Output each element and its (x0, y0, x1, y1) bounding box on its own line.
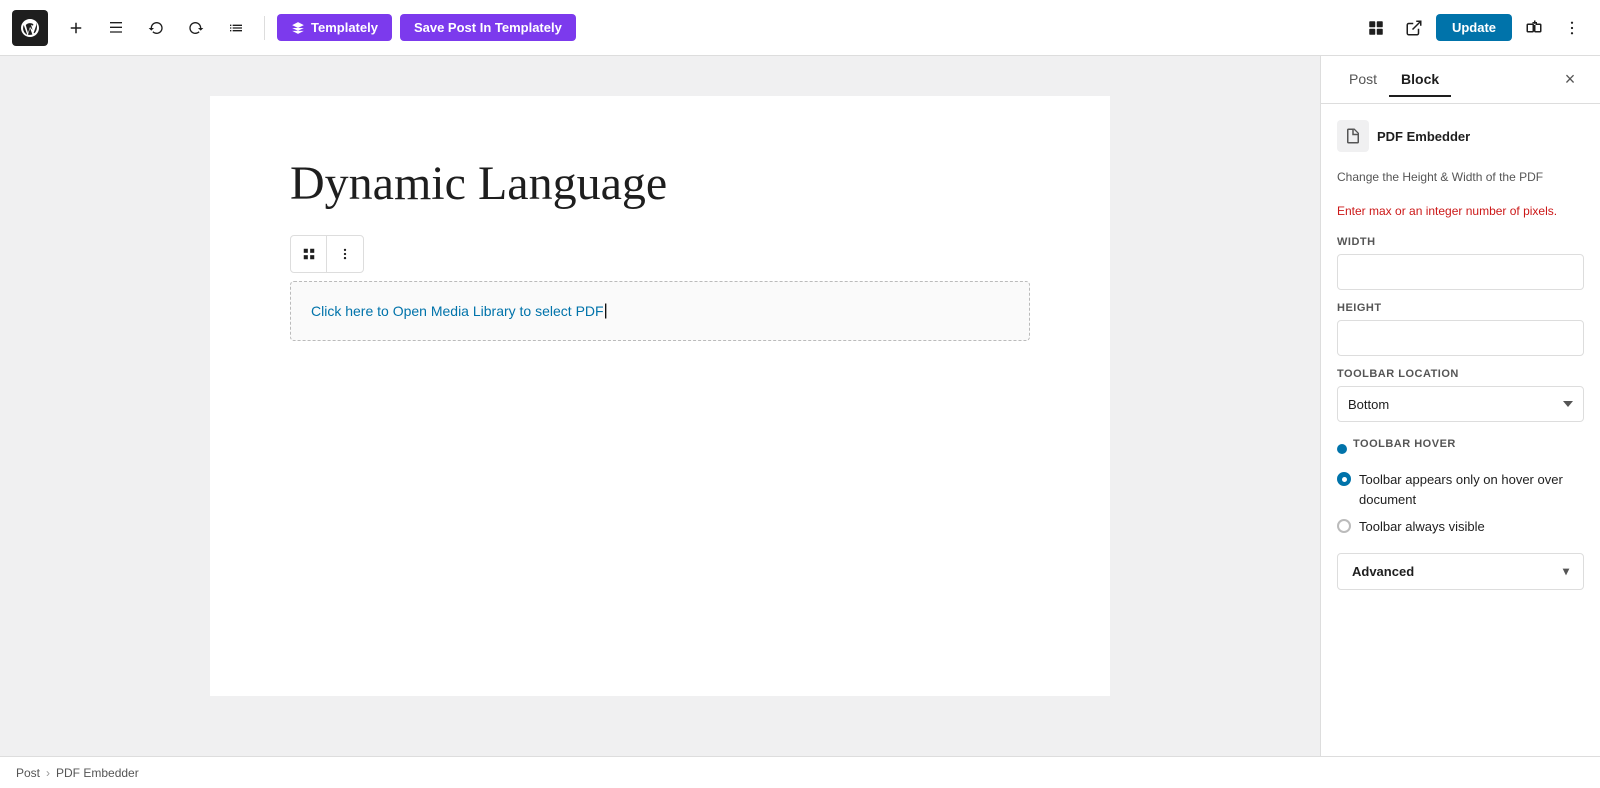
breadcrumb-post[interactable]: Post (16, 766, 40, 780)
pdf-embedder-icon (1337, 120, 1369, 152)
breadcrumb-separator: › (46, 766, 50, 780)
toolbar-hover-dot (1337, 444, 1347, 454)
right-sidebar: Post Block × PDF Embedder Change the Hei… (1320, 56, 1600, 756)
toolbar-right: Update (1360, 12, 1588, 44)
toolbar-location-select[interactable]: Bottom Top None (1337, 386, 1584, 422)
wordpress-logo (12, 10, 48, 46)
radio-hover-inner (1342, 477, 1347, 482)
radio-always-empty (1337, 519, 1351, 533)
block-toolbar (290, 235, 364, 273)
advanced-header[interactable]: Advanced ▾ (1338, 554, 1583, 589)
redo-button[interactable] (180, 12, 212, 44)
block-type-button[interactable] (291, 236, 327, 272)
advanced-label: Advanced (1352, 564, 1414, 579)
toolbar-location-label: TOOLBAR LOCATION (1337, 368, 1584, 380)
editor-area: Dynamic Language Click here to Open Medi… (0, 56, 1320, 756)
sidebar-content: PDF Embedder Change the Height & Width o… (1321, 104, 1600, 756)
list-view-button[interactable] (220, 12, 252, 44)
preview-button[interactable] (1398, 12, 1430, 44)
block-description: Change the Height & Width of the PDF (1337, 168, 1584, 186)
view-mode-button[interactable] (1360, 12, 1392, 44)
height-label: HEIGHT (1337, 302, 1584, 314)
radio-row-hover: Toolbar appears only on hover over docum… (1337, 470, 1584, 509)
toolbar-hover-section: TOOLBAR HOVER Toolbar appears only on ho… (1337, 438, 1584, 537)
more-options-button[interactable] (1556, 12, 1588, 44)
top-toolbar: Templately Save Post In Templately Updat… (0, 0, 1600, 56)
radio-row-always: Toolbar always visible (1337, 517, 1584, 537)
sidebar-header: Post Block × (1321, 56, 1600, 104)
main-area: Dynamic Language Click here to Open Medi… (0, 56, 1600, 756)
block-options-button[interactable] (327, 236, 363, 272)
radio-hover-label[interactable]: Toolbar appears only on hover over docum… (1359, 470, 1584, 509)
settings-sidebar-button[interactable] (1518, 12, 1550, 44)
post-title[interactable]: Dynamic Language (290, 156, 1030, 211)
toolbar-hover-label: TOOLBAR HOVER (1353, 438, 1456, 450)
radio-hover-selected (1337, 472, 1351, 486)
undo-button[interactable] (140, 12, 172, 44)
width-label: WIDTH (1337, 236, 1584, 248)
cursor: | (604, 302, 608, 320)
save-templately-button[interactable]: Save Post In Templately (400, 14, 576, 41)
advanced-section: Advanced ▾ (1337, 553, 1584, 590)
width-input[interactable] (1337, 254, 1584, 290)
toolbar-sep-1 (264, 16, 265, 40)
block-name-row: PDF Embedder (1337, 120, 1584, 152)
status-bar: Post › PDF Embedder (0, 756, 1600, 788)
close-sidebar-button[interactable]: × (1556, 66, 1584, 94)
tab-post[interactable]: Post (1337, 63, 1389, 97)
pdf-block[interactable]: Click here to Open Media Library to sele… (290, 281, 1030, 341)
chevron-down-icon: ▾ (1563, 564, 1569, 578)
update-button[interactable]: Update (1436, 14, 1512, 41)
block-hint: Enter max or an integer number of pixels… (1337, 202, 1584, 220)
breadcrumb-current: PDF Embedder (56, 766, 139, 780)
editor-canvas: Dynamic Language Click here to Open Medi… (210, 96, 1110, 696)
radio-always-label[interactable]: Toolbar always visible (1359, 517, 1485, 537)
tools-button[interactable] (100, 12, 132, 44)
templately-button[interactable]: Templately (277, 14, 392, 41)
pdf-media-library-link[interactable]: Click here to Open Media Library to sele… (311, 303, 604, 319)
block-name-label: PDF Embedder (1377, 129, 1470, 144)
tab-block[interactable]: Block (1389, 63, 1451, 97)
add-block-button[interactable] (60, 12, 92, 44)
height-input[interactable] (1337, 320, 1584, 356)
